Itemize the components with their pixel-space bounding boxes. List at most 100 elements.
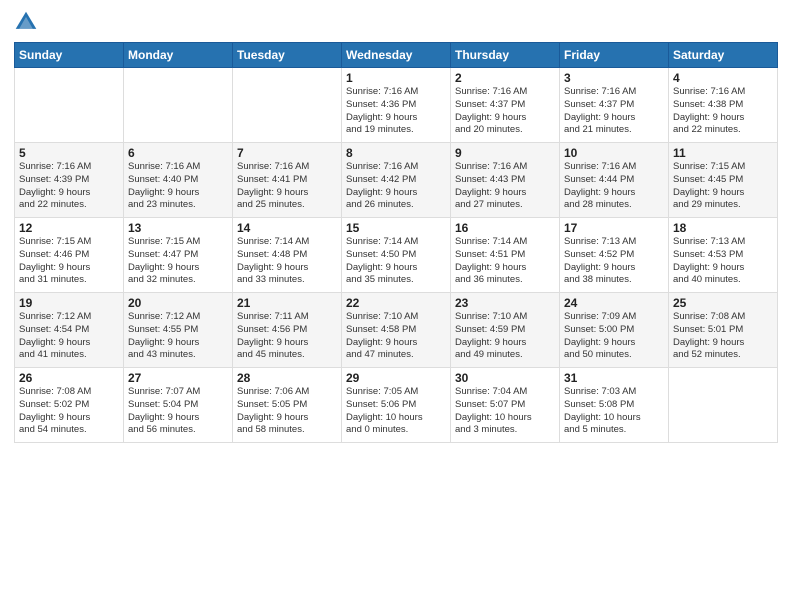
empty-cell	[124, 68, 233, 143]
day-cell-20: 20Sunrise: 7:12 AM Sunset: 4:55 PM Dayli…	[124, 293, 233, 368]
day-info-19: Sunrise: 7:12 AM Sunset: 4:54 PM Dayligh…	[19, 311, 119, 362]
day-number-6: 6	[128, 146, 228, 160]
empty-cell	[15, 68, 124, 143]
day-info-27: Sunrise: 7:07 AM Sunset: 5:04 PM Dayligh…	[128, 386, 228, 437]
day-info-30: Sunrise: 7:04 AM Sunset: 5:07 PM Dayligh…	[455, 386, 555, 437]
day-info-1: Sunrise: 7:16 AM Sunset: 4:36 PM Dayligh…	[346, 86, 446, 137]
day-cell-26: 26Sunrise: 7:08 AM Sunset: 5:02 PM Dayli…	[15, 368, 124, 443]
day-number-20: 20	[128, 296, 228, 310]
logo	[14, 10, 42, 34]
page: SundayMondayTuesdayWednesdayThursdayFrid…	[0, 0, 792, 612]
day-number-18: 18	[673, 221, 773, 235]
day-number-23: 23	[455, 296, 555, 310]
day-cell-28: 28Sunrise: 7:06 AM Sunset: 5:05 PM Dayli…	[233, 368, 342, 443]
day-info-9: Sunrise: 7:16 AM Sunset: 4:43 PM Dayligh…	[455, 161, 555, 212]
logo-icon	[14, 10, 38, 34]
day-info-15: Sunrise: 7:14 AM Sunset: 4:50 PM Dayligh…	[346, 236, 446, 287]
day-cell-30: 30Sunrise: 7:04 AM Sunset: 5:07 PM Dayli…	[451, 368, 560, 443]
day-number-19: 19	[19, 296, 119, 310]
day-cell-11: 11Sunrise: 7:15 AM Sunset: 4:45 PM Dayli…	[669, 143, 778, 218]
day-number-22: 22	[346, 296, 446, 310]
day-cell-5: 5Sunrise: 7:16 AM Sunset: 4:39 PM Daylig…	[15, 143, 124, 218]
day-cell-13: 13Sunrise: 7:15 AM Sunset: 4:47 PM Dayli…	[124, 218, 233, 293]
day-info-31: Sunrise: 7:03 AM Sunset: 5:08 PM Dayligh…	[564, 386, 664, 437]
week-row-3: 19Sunrise: 7:12 AM Sunset: 4:54 PM Dayli…	[15, 293, 778, 368]
day-cell-18: 18Sunrise: 7:13 AM Sunset: 4:53 PM Dayli…	[669, 218, 778, 293]
day-number-14: 14	[237, 221, 337, 235]
day-cell-24: 24Sunrise: 7:09 AM Sunset: 5:00 PM Dayli…	[560, 293, 669, 368]
day-cell-27: 27Sunrise: 7:07 AM Sunset: 5:04 PM Dayli…	[124, 368, 233, 443]
weekday-header-wednesday: Wednesday	[342, 43, 451, 68]
week-row-1: 5Sunrise: 7:16 AM Sunset: 4:39 PM Daylig…	[15, 143, 778, 218]
weekday-header-tuesday: Tuesday	[233, 43, 342, 68]
day-number-17: 17	[564, 221, 664, 235]
day-number-26: 26	[19, 371, 119, 385]
day-cell-22: 22Sunrise: 7:10 AM Sunset: 4:58 PM Dayli…	[342, 293, 451, 368]
weekday-header-monday: Monday	[124, 43, 233, 68]
day-info-4: Sunrise: 7:16 AM Sunset: 4:38 PM Dayligh…	[673, 86, 773, 137]
day-number-11: 11	[673, 146, 773, 160]
weekday-header-saturday: Saturday	[669, 43, 778, 68]
empty-cell	[233, 68, 342, 143]
day-cell-16: 16Sunrise: 7:14 AM Sunset: 4:51 PM Dayli…	[451, 218, 560, 293]
day-info-5: Sunrise: 7:16 AM Sunset: 4:39 PM Dayligh…	[19, 161, 119, 212]
day-cell-31: 31Sunrise: 7:03 AM Sunset: 5:08 PM Dayli…	[560, 368, 669, 443]
day-info-24: Sunrise: 7:09 AM Sunset: 5:00 PM Dayligh…	[564, 311, 664, 362]
weekday-header-row: SundayMondayTuesdayWednesdayThursdayFrid…	[15, 43, 778, 68]
day-number-15: 15	[346, 221, 446, 235]
day-info-26: Sunrise: 7:08 AM Sunset: 5:02 PM Dayligh…	[19, 386, 119, 437]
day-number-27: 27	[128, 371, 228, 385]
day-cell-4: 4Sunrise: 7:16 AM Sunset: 4:38 PM Daylig…	[669, 68, 778, 143]
day-info-17: Sunrise: 7:13 AM Sunset: 4:52 PM Dayligh…	[564, 236, 664, 287]
day-info-25: Sunrise: 7:08 AM Sunset: 5:01 PM Dayligh…	[673, 311, 773, 362]
day-cell-3: 3Sunrise: 7:16 AM Sunset: 4:37 PM Daylig…	[560, 68, 669, 143]
day-info-23: Sunrise: 7:10 AM Sunset: 4:59 PM Dayligh…	[455, 311, 555, 362]
day-number-4: 4	[673, 71, 773, 85]
day-info-12: Sunrise: 7:15 AM Sunset: 4:46 PM Dayligh…	[19, 236, 119, 287]
day-cell-2: 2Sunrise: 7:16 AM Sunset: 4:37 PM Daylig…	[451, 68, 560, 143]
day-cell-12: 12Sunrise: 7:15 AM Sunset: 4:46 PM Dayli…	[15, 218, 124, 293]
day-info-3: Sunrise: 7:16 AM Sunset: 4:37 PM Dayligh…	[564, 86, 664, 137]
day-cell-29: 29Sunrise: 7:05 AM Sunset: 5:06 PM Dayli…	[342, 368, 451, 443]
day-cell-10: 10Sunrise: 7:16 AM Sunset: 4:44 PM Dayli…	[560, 143, 669, 218]
day-cell-7: 7Sunrise: 7:16 AM Sunset: 4:41 PM Daylig…	[233, 143, 342, 218]
day-number-16: 16	[455, 221, 555, 235]
weekday-header-sunday: Sunday	[15, 43, 124, 68]
day-info-14: Sunrise: 7:14 AM Sunset: 4:48 PM Dayligh…	[237, 236, 337, 287]
day-cell-1: 1Sunrise: 7:16 AM Sunset: 4:36 PM Daylig…	[342, 68, 451, 143]
day-number-31: 31	[564, 371, 664, 385]
day-info-2: Sunrise: 7:16 AM Sunset: 4:37 PM Dayligh…	[455, 86, 555, 137]
day-number-21: 21	[237, 296, 337, 310]
day-number-8: 8	[346, 146, 446, 160]
day-info-28: Sunrise: 7:06 AM Sunset: 5:05 PM Dayligh…	[237, 386, 337, 437]
day-info-8: Sunrise: 7:16 AM Sunset: 4:42 PM Dayligh…	[346, 161, 446, 212]
day-cell-19: 19Sunrise: 7:12 AM Sunset: 4:54 PM Dayli…	[15, 293, 124, 368]
day-number-1: 1	[346, 71, 446, 85]
empty-cell	[669, 368, 778, 443]
day-cell-6: 6Sunrise: 7:16 AM Sunset: 4:40 PM Daylig…	[124, 143, 233, 218]
day-cell-23: 23Sunrise: 7:10 AM Sunset: 4:59 PM Dayli…	[451, 293, 560, 368]
day-cell-21: 21Sunrise: 7:11 AM Sunset: 4:56 PM Dayli…	[233, 293, 342, 368]
day-number-24: 24	[564, 296, 664, 310]
week-row-0: 1Sunrise: 7:16 AM Sunset: 4:36 PM Daylig…	[15, 68, 778, 143]
week-row-4: 26Sunrise: 7:08 AM Sunset: 5:02 PM Dayli…	[15, 368, 778, 443]
day-info-29: Sunrise: 7:05 AM Sunset: 5:06 PM Dayligh…	[346, 386, 446, 437]
day-info-10: Sunrise: 7:16 AM Sunset: 4:44 PM Dayligh…	[564, 161, 664, 212]
day-number-12: 12	[19, 221, 119, 235]
calendar-table: SundayMondayTuesdayWednesdayThursdayFrid…	[14, 42, 778, 443]
day-number-7: 7	[237, 146, 337, 160]
day-info-16: Sunrise: 7:14 AM Sunset: 4:51 PM Dayligh…	[455, 236, 555, 287]
day-info-6: Sunrise: 7:16 AM Sunset: 4:40 PM Dayligh…	[128, 161, 228, 212]
day-number-10: 10	[564, 146, 664, 160]
day-info-7: Sunrise: 7:16 AM Sunset: 4:41 PM Dayligh…	[237, 161, 337, 212]
day-cell-15: 15Sunrise: 7:14 AM Sunset: 4:50 PM Dayli…	[342, 218, 451, 293]
day-number-5: 5	[19, 146, 119, 160]
day-cell-25: 25Sunrise: 7:08 AM Sunset: 5:01 PM Dayli…	[669, 293, 778, 368]
day-info-20: Sunrise: 7:12 AM Sunset: 4:55 PM Dayligh…	[128, 311, 228, 362]
weekday-header-friday: Friday	[560, 43, 669, 68]
weekday-header-thursday: Thursday	[451, 43, 560, 68]
day-cell-8: 8Sunrise: 7:16 AM Sunset: 4:42 PM Daylig…	[342, 143, 451, 218]
header	[14, 10, 778, 34]
day-number-30: 30	[455, 371, 555, 385]
day-info-21: Sunrise: 7:11 AM Sunset: 4:56 PM Dayligh…	[237, 311, 337, 362]
